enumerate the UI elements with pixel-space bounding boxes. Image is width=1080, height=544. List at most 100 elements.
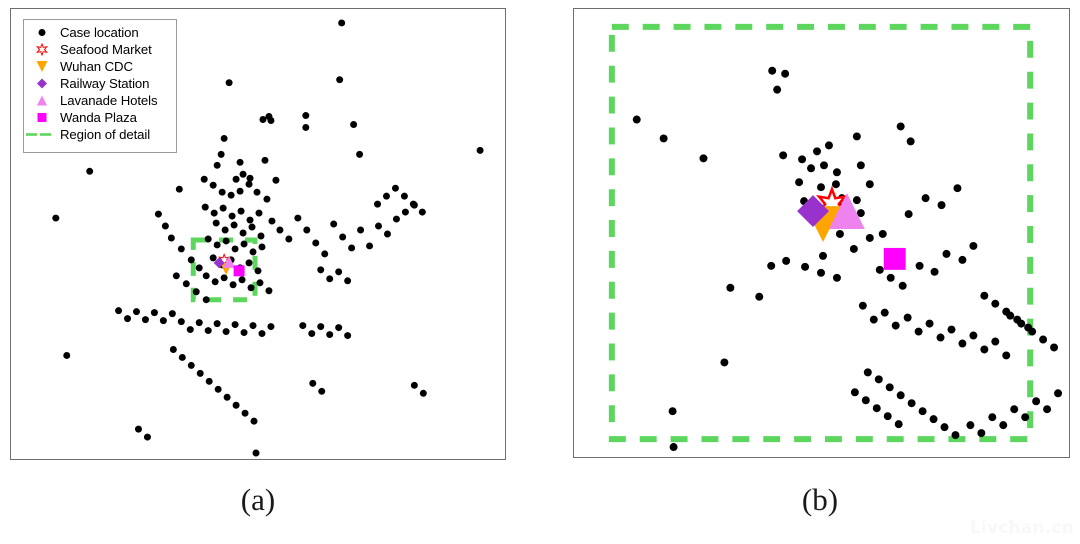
data-point xyxy=(115,307,123,315)
data-point xyxy=(969,331,978,340)
data-point xyxy=(392,215,400,223)
data-point xyxy=(241,409,249,417)
data-point xyxy=(669,443,678,452)
data-point xyxy=(1024,323,1033,332)
data-point xyxy=(308,330,316,338)
data-point xyxy=(154,210,162,218)
data-point xyxy=(159,317,167,325)
data-point xyxy=(52,214,60,222)
data-point xyxy=(236,158,244,166)
data-point xyxy=(219,204,227,212)
data-point xyxy=(391,184,399,192)
data-point xyxy=(883,412,892,421)
data-point xyxy=(223,393,231,401)
data-point xyxy=(410,381,418,389)
legend-item-case-location: Case location xyxy=(24,24,176,41)
data-point xyxy=(903,313,912,322)
legend-item-label: Region of detail xyxy=(60,127,151,142)
data-point xyxy=(222,237,230,245)
data-point xyxy=(195,319,203,327)
data-point xyxy=(947,325,956,334)
data-point xyxy=(831,180,840,189)
data-point xyxy=(167,234,175,242)
data-point xyxy=(232,401,240,409)
data-point xyxy=(318,387,326,395)
data-point xyxy=(849,244,858,253)
data-point xyxy=(668,407,677,416)
data-point xyxy=(240,240,248,248)
data-point xyxy=(383,230,391,238)
data-point xyxy=(204,235,212,243)
data-point xyxy=(225,79,233,87)
data-point xyxy=(977,429,986,438)
legend-item-label: Wuhan CDC xyxy=(60,59,133,74)
data-point xyxy=(205,377,213,385)
data-point xyxy=(222,328,230,336)
data-point xyxy=(966,421,975,430)
data-point xyxy=(782,256,791,265)
data-point xyxy=(885,383,894,392)
data-point xyxy=(953,184,962,193)
data-point xyxy=(999,421,1008,430)
data-point xyxy=(299,322,307,330)
data-point xyxy=(824,141,833,150)
legend-item-label: Seafood Market xyxy=(60,42,152,57)
data-point xyxy=(418,208,426,216)
filled-circle-icon xyxy=(24,24,60,41)
data-point xyxy=(409,200,417,208)
legend-item-label: Railway Station xyxy=(60,76,150,91)
data-point xyxy=(217,150,225,158)
data-point xyxy=(211,278,219,286)
data-point xyxy=(238,276,246,284)
data-point xyxy=(256,279,264,287)
data-point xyxy=(906,137,915,146)
data-point xyxy=(259,116,267,123)
data-point xyxy=(253,188,261,196)
series-wanda-plaza xyxy=(883,247,906,270)
data-point xyxy=(858,301,867,310)
data-point xyxy=(907,399,916,408)
data-point xyxy=(366,242,374,250)
data-point xyxy=(344,277,352,285)
data-point xyxy=(1002,307,1011,316)
data-point xyxy=(813,147,822,156)
data-point xyxy=(228,212,236,220)
data-point xyxy=(303,226,311,234)
data-point xyxy=(239,170,247,178)
legend-item-label: Case location xyxy=(60,25,139,40)
data-point xyxy=(773,85,782,94)
legend-item-wuhan-cdc: Wuhan CDC xyxy=(24,58,176,75)
data-point xyxy=(201,203,209,211)
data-point xyxy=(699,154,708,163)
data-point xyxy=(852,132,861,141)
data-point xyxy=(850,388,859,397)
data-point xyxy=(874,375,883,384)
green-dashed-line-icon xyxy=(24,126,60,143)
data-point xyxy=(265,287,273,295)
caption-panel-a: (a) xyxy=(240,482,276,517)
data-point xyxy=(249,322,257,330)
data-point xyxy=(832,168,841,177)
data-point xyxy=(134,425,142,433)
data-point xyxy=(958,339,967,348)
data-point xyxy=(250,417,258,425)
data-point xyxy=(476,146,484,154)
data-point xyxy=(335,268,343,276)
caption-panel-b: (b) xyxy=(801,482,839,517)
data-point xyxy=(218,188,226,196)
data-point xyxy=(875,265,884,274)
data-point xyxy=(798,155,807,164)
legend-item-seafood-market: Seafood Market xyxy=(24,41,176,58)
data-point xyxy=(856,161,865,170)
data-point xyxy=(1021,413,1030,422)
data-point xyxy=(878,230,887,238)
data-point xyxy=(894,420,903,429)
data-point xyxy=(1002,351,1011,360)
legend-rows: Case location Seafood Market Wuhan CDC Rail… xyxy=(24,20,176,143)
data-point xyxy=(209,181,217,189)
data-point xyxy=(187,256,195,264)
data-point xyxy=(350,121,358,128)
data-point xyxy=(344,332,352,340)
data-point xyxy=(245,259,253,267)
data-point xyxy=(231,245,239,253)
